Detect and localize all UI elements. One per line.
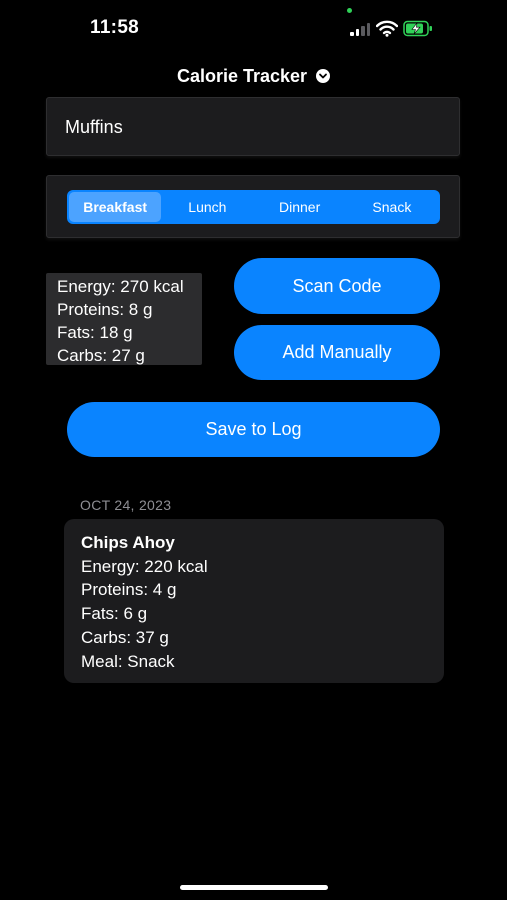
privacy-indicator-dot	[347, 8, 352, 13]
food-name-field	[46, 97, 460, 157]
nutrition-summary: Energy: 270 kcal Proteins: 8 g Fats: 18 …	[46, 273, 202, 365]
segment-lunch[interactable]: Lunch	[161, 192, 253, 222]
log-section-date: OCT 24, 2023	[80, 497, 172, 513]
app-title-menu[interactable]: Calorie Tracker	[0, 64, 507, 88]
home-indicator[interactable]	[180, 885, 328, 890]
status-time: 11:58	[90, 17, 140, 38]
page-title: Calorie Tracker	[176, 65, 308, 86]
scan-code-button[interactable]: Scan Code	[234, 258, 440, 314]
chevron-down-icon	[316, 69, 331, 83]
log-entry-name: Chips Ahoy	[81, 533, 175, 552]
energy-value: Energy: 270 kcal	[57, 277, 184, 296]
segment-breakfast[interactable]: Breakfast	[69, 192, 162, 222]
fats-value: Fats: 18 g	[57, 323, 133, 342]
wifi-icon	[375, 20, 399, 37]
log-entry-proteins: Proteins: 4 g	[81, 580, 177, 600]
add-manually-button[interactable]: Add Manually	[234, 325, 440, 380]
segment-dinner[interactable]: Dinner	[254, 192, 346, 222]
log-entry-meal: Meal: Snack	[81, 651, 175, 671]
save-to-log-button[interactable]: Save to Log	[67, 402, 440, 457]
log-entry-fats: Fats: 6 g	[81, 604, 148, 624]
log-entry-energy: Energy: 220 kcal	[81, 556, 208, 576]
meal-segmented-control: Breakfast Lunch Dinner Snack	[67, 190, 440, 224]
carbs-value: Carbs: 27 g	[57, 346, 145, 365]
proteins-value: Proteins: 8 g	[57, 300, 153, 319]
log-entry-card[interactable]: Chips Ahoy Energy: 220 kcal Proteins: 4 …	[64, 519, 444, 683]
cellular-signal-icon	[350, 22, 372, 36]
battery-charging-icon	[403, 20, 433, 37]
segment-snack[interactable]: Snack	[346, 192, 438, 222]
log-entry-carbs: Carbs: 37 g	[81, 627, 169, 647]
food-name-input[interactable]	[63, 98, 447, 157]
